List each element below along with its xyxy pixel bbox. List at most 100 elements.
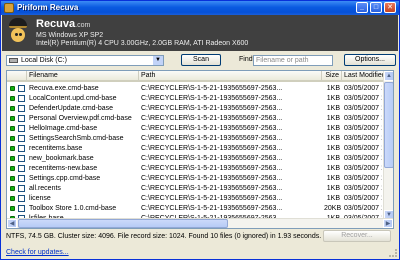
scroll-right-icon[interactable]: ▶ — [383, 219, 393, 228]
path-cell: C:\RECYCLER\S-1-5-21-1935655697-2563... — [141, 175, 283, 182]
recovery-state-icon — [10, 176, 15, 181]
table-row[interactable]: all.recents C:\RECYCLER\S-1-5-21-19356556… — [7, 184, 382, 193]
table-row[interactable]: new_bookmark.base C:\RECYCLER\S-1-5-21-19… — [7, 154, 382, 163]
modified-cell: 03/05/2007 18:3 — [344, 125, 382, 132]
column-header-size[interactable]: Size — [322, 71, 342, 82]
filename-cell: all.recents — [29, 185, 61, 192]
app-icon — [4, 3, 14, 13]
minimize-icon: _ — [360, 4, 364, 11]
hard-drive-icon — [9, 58, 18, 63]
maximize-icon: □ — [373, 4, 379, 11]
row-checkbox[interactable] — [18, 85, 25, 92]
table-row[interactable]: Recuva.exe.cmd-base C:\RECYCLER\S-1-5-21-… — [7, 84, 382, 93]
table-row[interactable]: SettingsSearchSmb.cmd-base C:\RECYCLER\S-… — [7, 134, 382, 143]
row-checkbox[interactable] — [18, 155, 25, 162]
size-cell: 1KB — [326, 155, 340, 162]
column-header-filename[interactable]: Filename — [27, 71, 139, 82]
recuva-window: Piriform Recuva _ □ ✕ Recuva.com MS Wind… — [0, 0, 400, 260]
size-cell: 1KB — [326, 195, 340, 202]
path-cell: C:\RECYCLER\S-1-5-21-1935655697-2563... — [141, 155, 283, 162]
modified-cell: 03/05/2007 18:3 — [344, 205, 382, 212]
options-button[interactable]: Options... — [344, 54, 396, 66]
filename-cell: DefenderUpdate.cmd-base — [29, 105, 114, 112]
vertical-scroll-thumb[interactable] — [384, 82, 393, 168]
filename-cell: recentitems-new.base — [29, 165, 98, 172]
resize-grip-icon[interactable] — [389, 249, 397, 257]
row-checkbox[interactable] — [18, 115, 25, 122]
filename-cell: license — [29, 195, 51, 202]
minimize-button[interactable]: _ — [356, 2, 368, 13]
table-row[interactable]: LocalContent.upd.cmd-base C:\RECYCLER\S-1… — [7, 94, 382, 103]
size-cell: 1KB — [326, 95, 340, 102]
hardware-info: Intel(R) Pentium(R) 4 CPU 3.00GHz, 2.0GB… — [36, 40, 249, 47]
recovery-state-icon — [10, 86, 15, 91]
window-title: Piriform Recuva — [17, 3, 79, 12]
modified-cell: 03/05/2007 18:3 — [344, 175, 382, 182]
table-row[interactable]: DefenderUpdate.cmd-base C:\RECYCLER\S-1-5… — [7, 104, 382, 113]
title-bar[interactable]: Piriform Recuva _ □ ✕ — [1, 1, 399, 15]
table-row[interactable]: recentitems.base C:\RECYCLER\S-1-5-21-193… — [7, 144, 382, 153]
chevron-down-icon[interactable]: ▼ — [153, 56, 163, 65]
horizontal-scroll-thumb[interactable] — [18, 219, 228, 228]
table-row[interactable]: Toolbox Store 1.0.cmd-base C:\RECYCLER\S-… — [7, 204, 382, 213]
row-checkbox[interactable] — [18, 105, 25, 112]
size-cell: 1KB — [326, 105, 340, 112]
table-row[interactable]: Settings.cpp.cmd-base C:\RECYCLER\S-1-5-2… — [7, 174, 382, 183]
file-list[interactable]: Filename Path Size Last Modified Recuva.… — [6, 70, 394, 229]
close-icon: ✕ — [387, 4, 393, 11]
file-list-header: Filename Path Size Last Modified — [7, 71, 393, 82]
close-button[interactable]: ✕ — [384, 2, 396, 13]
path-cell: C:\RECYCLER\S-1-5-21-1935655697-2563... — [141, 125, 283, 132]
app-name: Recuva.com — [36, 18, 91, 30]
check-updates-link[interactable]: Check for updates... — [6, 249, 69, 256]
table-row[interactable]: Personal Overview.pdf.cmd-base C:\RECYCLE… — [7, 114, 382, 123]
modified-cell: 03/05/2007 18:3 — [344, 95, 382, 102]
path-cell: C:\RECYCLER\S-1-5-21-1935655697-2563... — [141, 115, 283, 122]
recovery-state-icon — [10, 206, 15, 211]
recovery-state-icon — [10, 106, 15, 111]
modified-cell: 03/05/2007 18:3 — [344, 85, 382, 92]
column-header-select[interactable] — [7, 71, 27, 82]
recovery-state-icon — [10, 96, 15, 101]
row-checkbox[interactable] — [18, 195, 25, 202]
path-cell: C:\RECYCLER\S-1-5-21-1935655697-2563... — [141, 95, 283, 102]
vertical-scrollbar[interactable]: ▲ ▼ — [383, 71, 393, 220]
size-cell: 1KB — [326, 175, 340, 182]
table-row[interactable]: license C:\RECYCLER\S-1-5-21-1935655697-2… — [7, 194, 382, 203]
size-cell: 1KB — [326, 115, 340, 122]
size-cell: 1KB — [326, 185, 340, 192]
row-checkbox[interactable] — [18, 125, 25, 132]
row-checkbox[interactable] — [18, 95, 25, 102]
filename-cell: new_bookmark.base — [29, 155, 94, 162]
scroll-up-icon[interactable]: ▲ — [384, 71, 393, 81]
column-header-path[interactable]: Path — [139, 71, 322, 82]
row-checkbox[interactable] — [18, 185, 25, 192]
row-checkbox[interactable] — [18, 165, 25, 172]
recovery-state-icon — [10, 186, 15, 191]
recovery-state-icon — [10, 156, 15, 161]
recuva-logo — [6, 18, 30, 46]
horizontal-scrollbar[interactable]: ◀ ▶ — [7, 218, 393, 228]
row-checkbox[interactable] — [18, 135, 25, 142]
table-row[interactable]: recentitems-new.base C:\RECYCLER\S-1-5-21… — [7, 164, 382, 173]
path-cell: C:\RECYCLER\S-1-5-21-1935655697-2563... — [141, 195, 283, 202]
drive-select[interactable]: Local Disk (C:) ▼ — [6, 55, 164, 66]
modified-cell: 03/05/2007 18:3 — [344, 195, 382, 202]
scroll-left-icon[interactable]: ◀ — [7, 219, 17, 228]
recovery-state-icon — [10, 126, 15, 131]
table-row[interactable]: HelloImage.cmd-base C:\RECYCLER\S-1-5-21-… — [7, 124, 382, 133]
path-cell: C:\RECYCLER\S-1-5-21-1935655697-2563... — [141, 205, 283, 212]
find-input[interactable]: Filename or path — [253, 55, 333, 66]
row-checkbox[interactable] — [18, 205, 25, 212]
recover-button[interactable]: Recover... — [323, 230, 391, 242]
size-cell: 1KB — [326, 125, 340, 132]
row-checkbox[interactable] — [18, 175, 25, 182]
scan-button[interactable]: Scan — [181, 54, 221, 66]
scan-summary: NTFS, 74.5 GB. Cluster size: 4096. File … — [6, 233, 322, 240]
filename-cell: Toolbox Store 1.0.cmd-base — [29, 205, 117, 212]
filename-cell: Personal Overview.pdf.cmd-base — [29, 115, 132, 122]
maximize-button[interactable]: □ — [370, 2, 382, 13]
filename-cell: Recuva.exe.cmd-base — [29, 85, 99, 92]
modified-cell: 03/05/2007 18:3 — [344, 115, 382, 122]
row-checkbox[interactable] — [18, 145, 25, 152]
